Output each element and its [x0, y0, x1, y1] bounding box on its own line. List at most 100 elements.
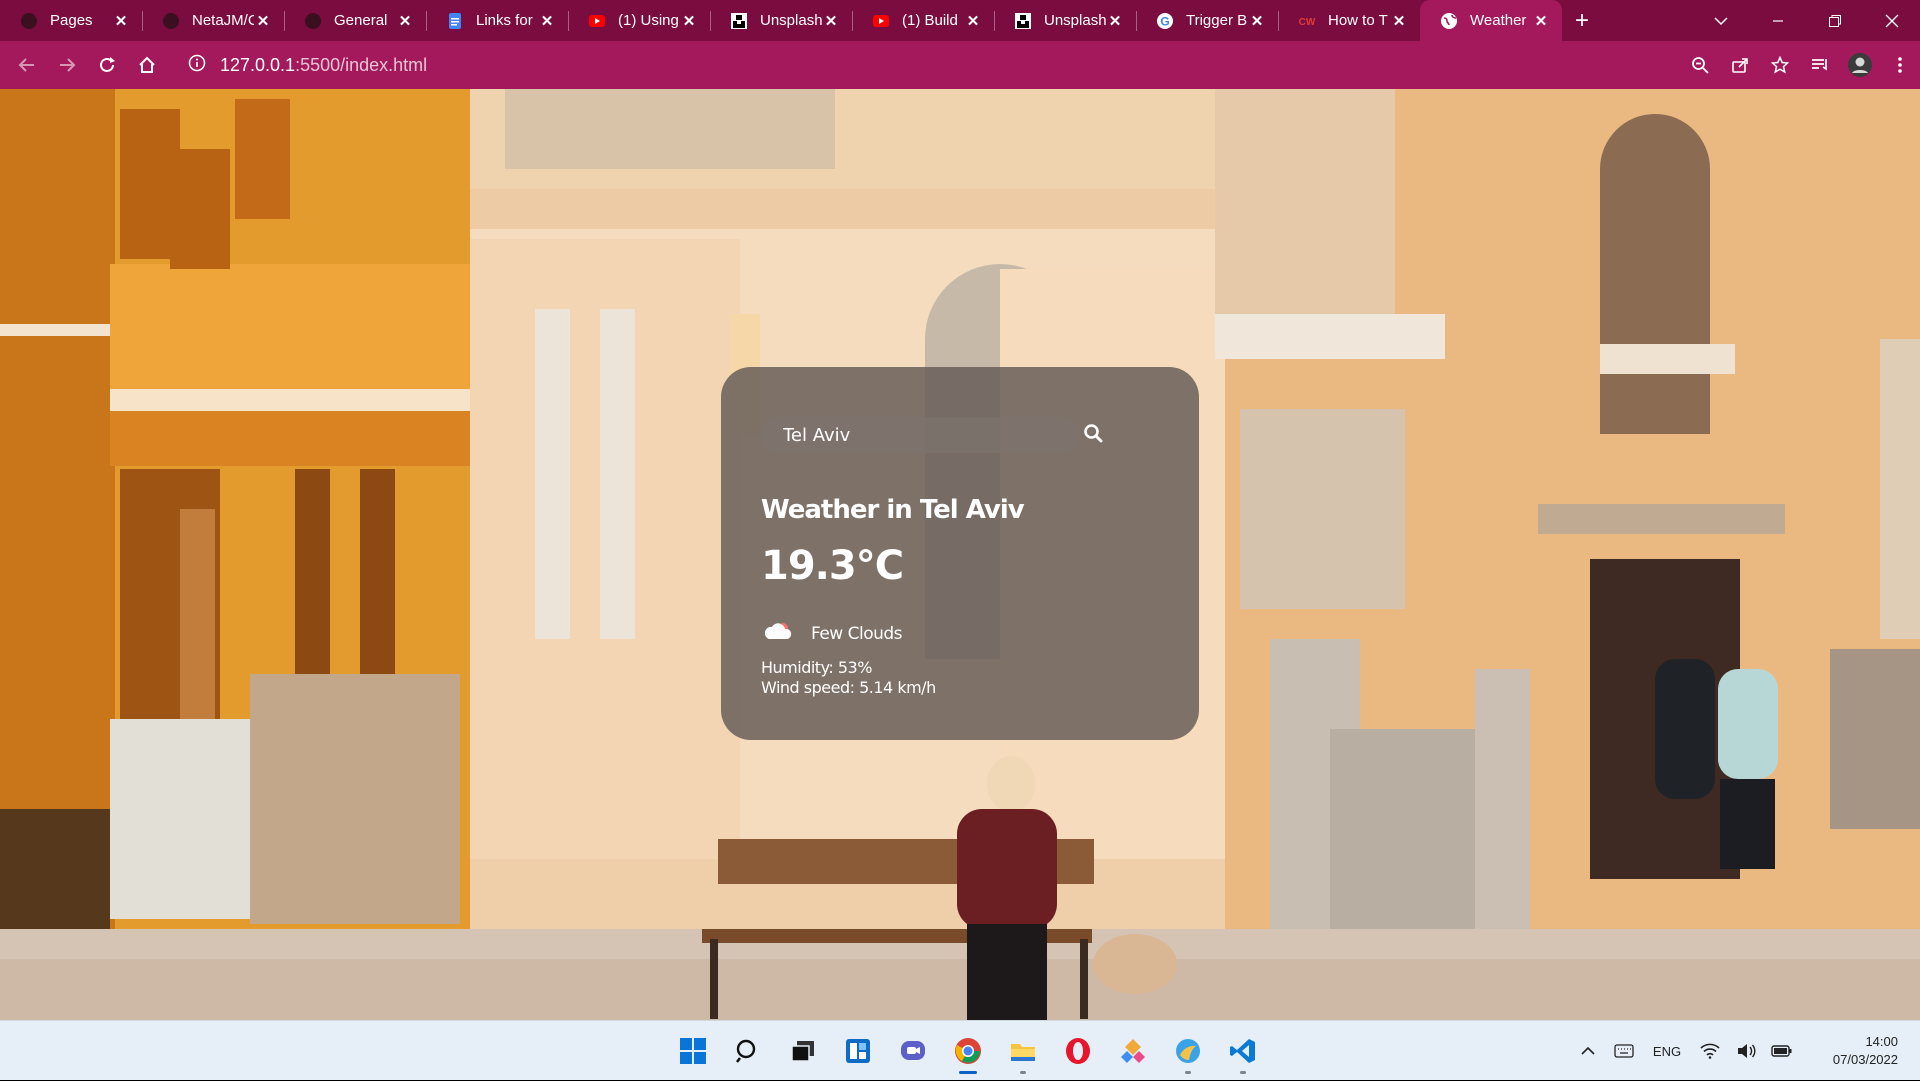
search-icon [1083, 423, 1103, 447]
window-controls [1692, 0, 1920, 41]
close-tab-icon[interactable]: ✕ [680, 12, 698, 30]
running-app-indicator [1184, 1071, 1191, 1074]
close-window-icon[interactable] [1863, 0, 1920, 41]
tab-label: (1) Build [902, 12, 958, 29]
windows-taskbar: ENG 14:00 07/03/2022 [0, 1020, 1920, 1080]
close-tab-icon[interactable]: ✕ [396, 12, 414, 30]
github-icon [162, 12, 180, 30]
condition-row: Few Clouds [761, 620, 903, 648]
tab-trigger[interactable]: G Trigger B ✕ [1136, 0, 1278, 41]
github-icon [304, 12, 322, 30]
page-viewport: Weather in Tel Aviv 19.3°C Few Clouds Hu… [0, 89, 1920, 1020]
youtube-icon [588, 12, 606, 30]
city-search-input[interactable] [761, 417, 1081, 453]
chrome-icon[interactable] [940, 1026, 995, 1076]
back-arrow-icon[interactable] [7, 41, 47, 89]
google-docs-icon [446, 12, 464, 30]
battery-icon[interactable] [1764, 1021, 1800, 1081]
tab-label: Unsplash [1044, 12, 1106, 29]
tab-youtube-using[interactable]: (1) Using ✕ [568, 0, 710, 41]
clock-time: 14:00 [1865, 1034, 1898, 1049]
git-kraken-icon[interactable] [1105, 1026, 1160, 1076]
zoom-icon[interactable] [1680, 41, 1720, 89]
reload-icon[interactable] [87, 41, 127, 89]
tab-netajm[interactable]: NetaJM/C ✕ [142, 0, 284, 41]
github-icon [20, 12, 38, 30]
task-view-icon[interactable] [775, 1026, 830, 1076]
volume-icon[interactable] [1728, 1021, 1764, 1081]
cloud-icon [761, 620, 795, 648]
forward-arrow-icon[interactable] [47, 41, 87, 89]
temperature-value: 19.3°C [761, 543, 904, 589]
photo-app-icon[interactable] [1160, 1026, 1215, 1076]
file-explorer-icon[interactable] [995, 1026, 1050, 1076]
widgets-icon[interactable] [830, 1026, 885, 1076]
tab-label: Trigger B [1186, 12, 1248, 29]
vscode-icon[interactable] [1215, 1026, 1270, 1076]
url-text: 127.0.0.1:5500/index.html [220, 55, 427, 76]
taskbar-apps [665, 1021, 1270, 1081]
tab-label: Links for [476, 12, 533, 29]
language-indicator[interactable]: ENG [1642, 1021, 1692, 1081]
tab-how-to[interactable]: CW How to T ✕ [1278, 0, 1420, 41]
menu-kebab-icon[interactable] [1880, 41, 1920, 89]
close-tab-icon[interactable]: ✕ [822, 12, 840, 30]
keyboard-icon[interactable] [1606, 1021, 1642, 1081]
minimize-icon[interactable] [1749, 0, 1806, 41]
wind-speed-text: Wind speed: 5.14 km/h [761, 678, 936, 697]
close-tab-icon[interactable]: ✕ [1248, 12, 1266, 30]
tab-weather[interactable]: Weather ✕ [1420, 0, 1562, 41]
codewars-icon: CW [1298, 12, 1316, 30]
close-tab-icon[interactable]: ✕ [254, 12, 272, 30]
tab-label: How to T [1328, 12, 1388, 29]
tab-label: NetaJM/C [192, 12, 254, 29]
city-heading: Weather in Tel Aviv [761, 495, 1025, 525]
weather-card: Weather in Tel Aviv 19.3°C Few Clouds Hu… [721, 367, 1199, 740]
google-icon: G [1156, 12, 1174, 30]
close-tab-icon[interactable]: ✕ [1390, 12, 1408, 30]
tab-links[interactable]: Links for ✕ [426, 0, 568, 41]
close-tab-icon[interactable]: ✕ [1532, 12, 1550, 30]
site-info-icon[interactable] [188, 54, 206, 77]
close-tab-icon[interactable]: ✕ [964, 12, 982, 30]
restore-icon[interactable] [1806, 0, 1863, 41]
opera-icon[interactable] [1050, 1026, 1105, 1076]
unsplash-icon [1014, 12, 1032, 30]
browser-toolbar: 127.0.0.1:5500/index.html [0, 41, 1920, 89]
close-tab-icon[interactable]: ✕ [538, 12, 556, 30]
globe-icon [1440, 12, 1458, 30]
address-bar[interactable]: 127.0.0.1:5500/index.html [176, 46, 1616, 84]
tab-search-icon[interactable] [1692, 0, 1749, 41]
search-row [761, 417, 1161, 453]
unsplash-icon [730, 12, 748, 30]
close-tab-icon[interactable]: ✕ [1106, 12, 1124, 30]
profile-avatar[interactable] [1840, 41, 1880, 89]
teams-chat-icon[interactable] [885, 1026, 940, 1076]
windows-start-icon[interactable] [665, 1026, 720, 1076]
tab-pages[interactable]: Pages ✕ [0, 0, 142, 41]
humidity-text: Humidity: 53% [761, 658, 872, 677]
tab-label: Weather [1470, 12, 1527, 29]
active-app-indicator [958, 1071, 977, 1074]
tab-label: (1) Using [618, 12, 679, 29]
wifi-icon[interactable] [1692, 1021, 1728, 1081]
tab-label: General [334, 12, 388, 29]
tab-unsplash-2[interactable]: Unsplash ✕ [994, 0, 1136, 41]
tab-label: Unsplash [760, 12, 822, 29]
close-tab-icon[interactable]: ✕ [112, 12, 130, 30]
share-icon[interactable] [1720, 41, 1760, 89]
home-icon[interactable] [127, 41, 167, 89]
search-button[interactable] [1075, 417, 1111, 453]
search-icon[interactable] [720, 1026, 775, 1076]
tab-general[interactable]: General ✕ [284, 0, 426, 41]
bookmark-star-icon[interactable] [1760, 41, 1800, 89]
browser-tab-strip: Pages ✕ NetaJM/C ✕ General ✕ Links for ✕… [0, 0, 1920, 41]
tab-unsplash-1[interactable]: Unsplash ✕ [710, 0, 852, 41]
chevron-up-icon[interactable] [1570, 1021, 1606, 1081]
clock-date: 07/03/2022 [1832, 1052, 1898, 1067]
reading-list-icon[interactable] [1800, 41, 1840, 89]
clock[interactable]: 14:00 07/03/2022 [1800, 1033, 1920, 1069]
weather-description: Few Clouds [811, 624, 903, 644]
tab-youtube-build[interactable]: (1) Build ✕ [852, 0, 994, 41]
new-tab-button[interactable]: + [1562, 0, 1602, 41]
